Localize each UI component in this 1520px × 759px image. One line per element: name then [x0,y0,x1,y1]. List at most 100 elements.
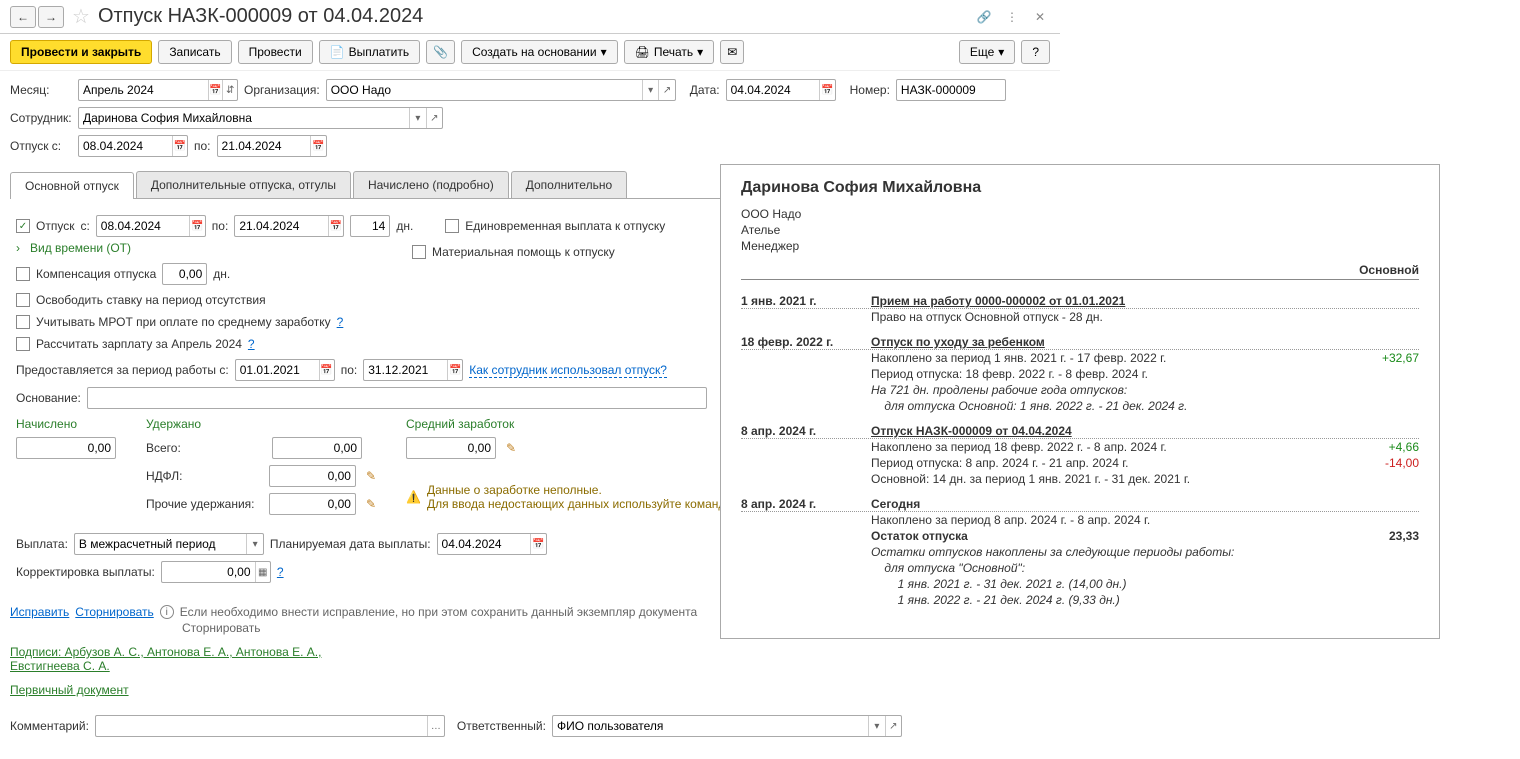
period-from-input[interactable]: 📅 [235,359,335,381]
favorite-star-icon[interactable]: ☆ [72,4,90,29]
calendar-icon[interactable]: 📅 [328,216,343,236]
more-button[interactable]: Еще ▾ [959,40,1015,64]
comment-input[interactable]: … [95,715,445,737]
nav-back-button[interactable]: ← [10,6,36,28]
number-input[interactable] [896,79,1006,101]
total-input[interactable] [272,437,362,459]
calendar-icon[interactable]: 📅 [189,216,204,236]
payout-label: Выплата: [16,537,68,551]
pencil-icon[interactable]: ✎ [506,441,516,455]
vacation-checkbox[interactable] [16,219,30,233]
chevron-down-icon[interactable]: ▾ [246,534,262,554]
responsible-input[interactable]: ▾ ↗ [552,715,902,737]
accrued-input[interactable] [16,437,116,459]
payout-select[interactable]: ▾ [74,533,264,555]
calendar-icon[interactable]: 📅 [310,136,325,156]
days-suffix: дн. [396,219,413,233]
fix-link[interactable]: Исправить [10,605,69,619]
save-button[interactable]: Записать [158,40,231,64]
event-date: 8 апр. 2024 г. [741,497,871,608]
event-body: Прием на работу 0000-000002 от 01.01.202… [871,294,1419,325]
days-input[interactable] [350,215,390,237]
date-input[interactable]: 📅 [726,79,836,101]
open-icon[interactable]: ↗ [885,716,901,736]
compensation-suffix: дн. [213,267,230,281]
lumpsum-checkbox[interactable] [445,219,459,233]
calendar-icon[interactable]: 📅 [208,80,223,100]
event-title[interactable]: Отпуск по уходу за ребенком [871,335,1045,349]
event-body: Отпуск НАЗК-000009 от 04.04.2024Накоплен… [871,424,1419,487]
pay-button[interactable]: 📄Выплатить [319,40,420,64]
event-text: Основной: 14 дн. за период 1 янв. 2021 г… [871,472,1190,486]
create-based-on-button[interactable]: Создать на основании ▾ [461,40,618,64]
signatures-link[interactable]: Подписи: Арбузов А. С., Антонова Е. А., … [10,645,321,659]
chevron-down-icon[interactable]: ▾ [409,108,425,128]
tab-accrued[interactable]: Начислено (подробно) [353,171,509,198]
help-button[interactable]: ? [1021,40,1050,64]
time-type-link[interactable]: Вид времени (ОТ) [30,241,131,255]
mat-help-checkbox[interactable] [412,245,426,259]
calc-help-link[interactable]: ? [248,337,255,351]
tab-main-vacation[interactable]: Основной отпуск [10,172,134,199]
calendar-icon[interactable]: 📅 [319,360,334,380]
other-withheld-input[interactable] [269,493,356,515]
open-icon[interactable]: ↗ [426,108,442,128]
reverse-link[interactable]: Сторнировать [75,605,153,619]
signatures-link2[interactable]: Евстигнеева С. А. [10,659,110,673]
comment-label: Комментарий: [10,719,89,733]
ndfl-input[interactable] [269,465,356,487]
avg-input[interactable] [406,437,496,459]
calendar-icon[interactable]: 📅 [819,80,834,100]
calc-salary-checkbox[interactable] [16,337,30,351]
expand-icon[interactable]: › [16,241,20,255]
tab-from-input[interactable]: 📅 [96,215,206,237]
calendar-icon[interactable]: 📅 [172,136,187,156]
mail-button[interactable]: ✉ [720,40,744,64]
chevron-down-icon: ▾ [697,45,703,59]
compensation-label: Компенсация отпуска [36,267,156,281]
nav-forward-button[interactable]: → [38,6,64,28]
month-input[interactable]: 📅 ⇵ [78,79,238,101]
vacation-from-input[interactable]: 📅 [78,135,188,157]
calendar-icon[interactable]: 📅 [447,360,462,380]
mrot-help-link[interactable]: ? [337,315,344,329]
warn-line2: Для ввода недостающих данных используйте… [427,497,731,511]
tab-additional[interactable]: Дополнительные отпуска, отгулы [136,171,351,198]
reason-input[interactable] [87,387,707,409]
correction-help-link[interactable]: ? [277,565,284,579]
pencil-icon[interactable]: ✎ [366,469,376,483]
post-button[interactable]: Провести [238,40,313,64]
event-title[interactable]: Отпуск НАЗК-000009 от 04.04.2024 [871,424,1072,438]
attach-button[interactable]: 📎 [426,40,455,64]
chevron-down-icon[interactable]: ▾ [868,716,884,736]
link-icon[interactable]: 🔗 [974,7,994,27]
mrot-checkbox[interactable] [16,315,30,329]
primary-doc-link[interactable]: Первичный документ [10,683,129,697]
tab-to-input[interactable]: 📅 [234,215,344,237]
chevron-down-icon[interactable]: ▾ [642,80,658,100]
calendar-icon[interactable]: 📅 [530,534,545,554]
more-vertical-icon[interactable]: ⋮ [1002,7,1022,27]
compensation-input[interactable] [162,263,207,285]
compensation-checkbox[interactable] [16,267,30,281]
release-checkbox[interactable] [16,293,30,307]
open-icon[interactable]: ↗ [658,80,674,100]
vacation-to-input[interactable]: 📅 [217,135,327,157]
post-and-close-button[interactable]: Провести и закрыть [10,40,152,64]
print-button[interactable]: 🖨 Печать ▾ [624,40,715,64]
event-title[interactable]: Прием на работу 0000-000002 от 01.01.202… [871,294,1125,308]
employee-input[interactable]: ▾ ↗ [78,107,443,129]
period-to-label: по: [341,363,358,377]
spinner-icon[interactable]: ⇵ [222,80,237,100]
calc-icon[interactable]: ▦ [255,562,270,582]
pencil-icon[interactable]: ✎ [366,497,376,511]
org-input[interactable]: ▾ ↗ [326,79,676,101]
period-to-input[interactable]: 📅 [363,359,463,381]
close-icon[interactable]: ✕ [1030,7,1050,27]
expand-icon[interactable]: … [427,716,444,736]
correction-input[interactable]: ▦ [161,561,271,583]
tab-extra[interactable]: Дополнительно [511,171,627,198]
usage-link[interactable]: Как сотрудник использовал отпуск? [469,363,667,378]
to-label: по: [194,139,211,153]
plan-date-input[interactable]: 📅 [437,533,547,555]
